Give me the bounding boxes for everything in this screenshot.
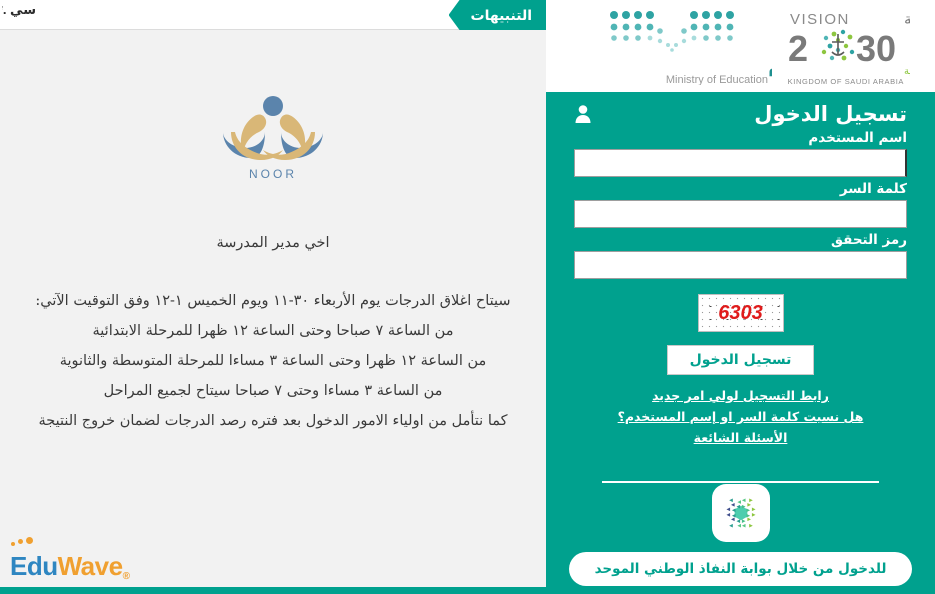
nafath-hexagon-icon (725, 498, 756, 528)
login-submit-button[interactable]: تسجيل الدخول (666, 345, 815, 375)
vision-arabic-title: رؤيــــــة (904, 10, 910, 28)
nafath-section: للدخول من خلال بوابة النفاذ الوطني الموح… (546, 484, 935, 586)
user-icon (575, 105, 591, 123)
noor-logo-wrap: NOOR (0, 92, 546, 181)
nafath-logo-icon (711, 484, 770, 542)
eduwave-dot-icon (26, 537, 33, 544)
login-button-row: تسجيل الدخول (574, 345, 907, 375)
section-divider (602, 481, 879, 483)
vision-year-suffix: 30 (856, 28, 896, 69)
eduwave-dot-icon (18, 539, 23, 544)
notifications-tab[interactable]: التنبيهات (448, 0, 546, 30)
announcement-line: من الساعة ٣ مساءا وحتى ٧ صباحا سيتاح لجم… (103, 383, 443, 399)
login-page: سي .* التنبيهات NOOR اخي مدير المدرسة سي… (0, 0, 935, 594)
login-title-row: تسجيل الدخول (574, 102, 907, 126)
left-announcement-panel: سي .* التنبيهات NOOR اخي مدير المدرسة سي… (0, 0, 546, 594)
password-label: كلمة السر (839, 181, 907, 197)
noor-logo-icon (223, 96, 323, 160)
partial-left-text: سي .* (2, 2, 36, 17)
helper-links: رابط التسجيل لولي امر جديد هل نسيت كلمة … (574, 388, 907, 445)
captcha-code: 6303 (718, 301, 763, 324)
noor-wordmark: NOOR (249, 167, 297, 181)
vision-year: 2 (788, 28, 808, 69)
announcement-line: سيتاح اغلاق الدرجات يوم الأربعاء ٣٠-١١ و… (35, 293, 511, 309)
login-panel: وزارة التـعـــليم Ministry of Education … (546, 0, 935, 594)
logo-header: وزارة التـعـــليم Ministry of Education … (546, 0, 935, 92)
username-label: اسم المستخدم (808, 130, 907, 146)
eduwave-logo: Edu Wave ® (10, 537, 130, 582)
ministry-of-education-logo: وزارة التـعـــليم Ministry of Education (609, 11, 772, 85)
forgot-password-link[interactable]: هل نسيت كلمة السر او إسم المستخدم؟ (574, 409, 907, 424)
announcement-line: كما نتأمل من اولياء الامور الدخول بعد فت… (38, 413, 508, 429)
announcement-line: من الساعة ٧ صباحا وحتى الساعة ١٢ ظهرا لل… (92, 323, 454, 339)
ministry-arabic-text: وزارة التـعـــليم (768, 52, 772, 77)
nafath-login-button[interactable]: للدخول من خلال بوابة النفاذ الوطني الموح… (568, 552, 913, 586)
eduwave-wave-text: Wave (57, 551, 123, 581)
captcha-input[interactable] (574, 251, 907, 279)
vision-latin-sub: KINGDOM OF SAUDI ARABIA (787, 77, 903, 86)
vision-2030-logo: رؤيــــــة VISION 2 30 المملكة العربية ا… (787, 10, 910, 86)
bottom-accent-bar (0, 587, 546, 594)
eduwave-registered-mark: ® (122, 571, 130, 582)
announcement-text: اخي مدير المدرسة سيتاح اغلاق الدرجات يوم… (0, 228, 546, 436)
ministry-english-text: Ministry of Education (665, 74, 767, 85)
eduwave-dot-icon (11, 542, 15, 546)
captcha-image[interactable]: 6303 (697, 294, 784, 332)
top-strip: سي .* التنبيهات (0, 0, 546, 30)
vision-arabic-sub: المملكة العربية السعودية (904, 66, 910, 77)
password-input[interactable] (574, 200, 907, 228)
captcha-label: رمز التحقق (830, 232, 907, 248)
register-guardian-link[interactable]: رابط التسجيل لولي امر جديد (574, 388, 907, 403)
faq-link[interactable]: الأسئلة الشائعة (574, 430, 907, 445)
username-input[interactable] (574, 149, 907, 177)
captcha-row: 6303 (574, 294, 907, 332)
announcement-line: من الساعة ١٢ ظهرا وحتى الساعة ٣ مساءا لل… (59, 353, 487, 369)
page-title: تسجيل الدخول (754, 102, 907, 126)
eduwave-edu-text: Edu (10, 551, 58, 581)
vision-latin-title: VISION (790, 11, 850, 28)
announcement-heading: اخي مدير المدرسة (216, 235, 330, 251)
